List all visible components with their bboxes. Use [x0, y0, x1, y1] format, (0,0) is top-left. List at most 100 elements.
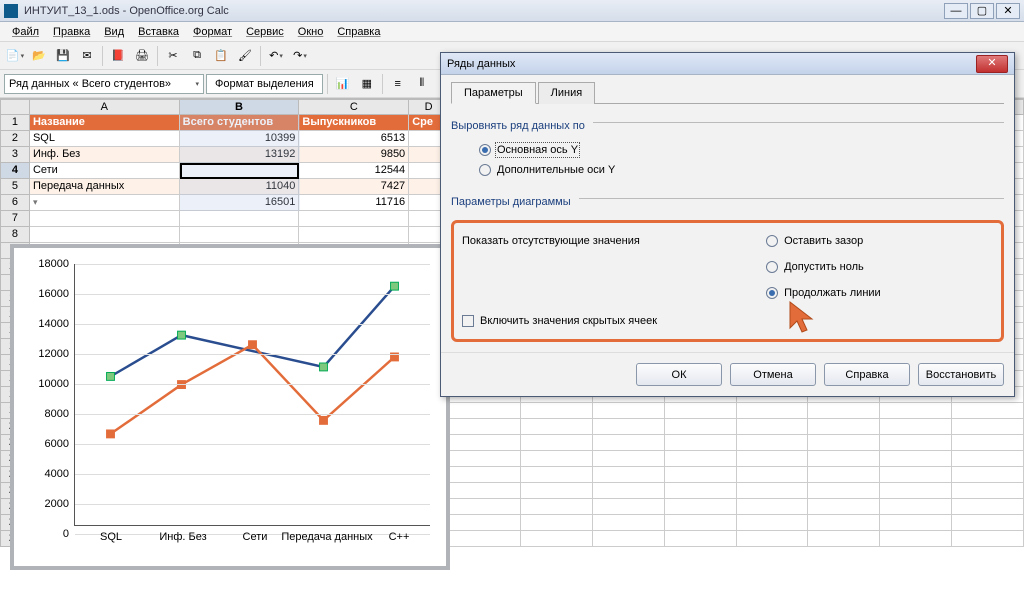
col-header-B[interactable]: B [180, 99, 300, 115]
menu-help[interactable]: Справка [331, 24, 386, 40]
cell[interactable] [30, 211, 180, 227]
radio-leave-gap[interactable] [766, 235, 778, 247]
print-icon[interactable]: 🖨 [131, 45, 153, 67]
y-tick: 2000 [25, 498, 75, 510]
y-tick: 6000 [25, 438, 75, 450]
data-series-selector[interactable]: Ряд данных « Всего студентов» ▾ [4, 74, 204, 94]
x-tick: Инф. Без [159, 525, 206, 543]
missing-values-label: Показать отсутствующие значения [462, 235, 640, 247]
reset-button[interactable]: Восстановить [918, 363, 1004, 386]
cell[interactable]: Сети [30, 163, 180, 179]
select-all-corner[interactable] [0, 99, 30, 115]
cell[interactable]: 13192 [180, 147, 300, 163]
data-series-label: Ряд данных « Всего студентов» [9, 78, 171, 90]
window-title: ИНТУИТ_13_1.ods - OpenOffice.org Calc [24, 5, 944, 17]
checkbox-hidden-cells[interactable] [462, 315, 474, 327]
row-header[interactable]: 3 [0, 147, 30, 163]
ok-button[interactable]: ОК [636, 363, 722, 386]
radio-secondary-y-label: Дополнительные оси Y [497, 164, 615, 176]
radio-continue-line[interactable] [766, 287, 778, 299]
format-selection-button[interactable]: Формат выделения [206, 74, 323, 94]
params-group-label: Параметры диаграммы [451, 196, 571, 208]
tab-line[interactable]: Линия [538, 82, 596, 104]
radio-assume-zero[interactable] [766, 261, 778, 273]
row-header[interactable]: 2 [0, 131, 30, 147]
cell[interactable]: 16501 [180, 195, 300, 211]
cell[interactable]: 11716 [299, 195, 409, 211]
minimize-button[interactable]: — [944, 3, 968, 19]
cell[interactable]: Выпускников [299, 115, 409, 131]
y-tick: 12000 [25, 348, 75, 360]
row-header[interactable]: 6 [0, 195, 30, 211]
row-header[interactable]: 7 [0, 211, 30, 227]
copy-icon[interactable]: ⧉ [186, 45, 208, 67]
grid-v-icon[interactable]: ⦀ [411, 73, 433, 95]
cell[interactable]: ▾ [30, 195, 180, 211]
grid-h-icon[interactable]: ≡ [387, 73, 409, 95]
cell[interactable] [180, 163, 300, 179]
new-icon[interactable]: 📄▾ [4, 45, 26, 67]
embedded-chart[interactable]: 0200040006000800010000120001400016000180… [10, 244, 450, 570]
radio-primary-y[interactable] [479, 144, 491, 156]
cell[interactable]: Всего студентов [180, 115, 300, 131]
cell[interactable]: 6513 [299, 131, 409, 147]
redo-icon[interactable]: ↷▾ [289, 45, 311, 67]
y-tick: 0 [25, 528, 75, 540]
undo-icon[interactable]: ↶▾ [265, 45, 287, 67]
cell[interactable] [299, 211, 409, 227]
cancel-button[interactable]: Отмена [730, 363, 816, 386]
dialog-close-button[interactable]: ✕ [976, 55, 1008, 73]
cell[interactable] [299, 227, 409, 243]
dialog-title: Ряды данных [447, 58, 976, 70]
menu-insert[interactable]: Вставка [132, 24, 185, 40]
x-tick: Сети [243, 525, 268, 543]
cell[interactable]: Передача данных [30, 179, 180, 195]
export-pdf-icon[interactable]: 📕 [107, 45, 129, 67]
menu-view[interactable]: Вид [98, 24, 130, 40]
cell[interactable]: 11040 [180, 179, 300, 195]
menu-file[interactable]: Файл [6, 24, 45, 40]
radio-assume-zero-label: Допустить ноль [784, 261, 864, 273]
cut-icon[interactable]: ✂ [162, 45, 184, 67]
col-header-C[interactable]: C [299, 99, 409, 115]
maximize-button[interactable]: ▢ [970, 3, 994, 19]
row-header[interactable]: 5 [0, 179, 30, 195]
menu-tools[interactable]: Сервис [240, 24, 290, 40]
x-tick: C++ [389, 525, 410, 543]
help-button[interactable]: Справка [824, 363, 910, 386]
close-button[interactable]: ✕ [996, 3, 1020, 19]
menu-window[interactable]: Окно [292, 24, 330, 40]
highlighted-options: Показать отсутствующие значения Оставить… [451, 220, 1004, 342]
cell[interactable]: Название [30, 115, 180, 131]
chart-type-icon[interactable]: 📊 [332, 73, 354, 95]
row-header[interactable]: 1 [0, 115, 30, 131]
cell[interactable] [30, 227, 180, 243]
radio-secondary-y[interactable] [479, 164, 491, 176]
cell[interactable] [180, 227, 300, 243]
email-icon[interactable]: ✉ [76, 45, 98, 67]
col-header-A[interactable]: A [30, 99, 180, 115]
y-tick: 16000 [25, 288, 75, 300]
cell[interactable] [180, 211, 300, 227]
data-series-dialog: Ряды данных ✕ Параметры Линия Выровнять … [440, 52, 1015, 397]
align-group-label: Выровнять ряд данных по [451, 120, 585, 132]
paste-icon[interactable]: 📋 [210, 45, 232, 67]
row-header[interactable]: 4 [0, 163, 30, 179]
cell[interactable]: 12544 [299, 163, 409, 179]
cell[interactable]: 9850 [299, 147, 409, 163]
menu-format[interactable]: Формат [187, 24, 238, 40]
menubar: Файл Правка Вид Вставка Формат Сервис Ок… [0, 22, 1024, 42]
cell[interactable]: SQL [30, 131, 180, 147]
row-header[interactable]: 8 [0, 227, 30, 243]
save-icon[interactable]: 💾 [52, 45, 74, 67]
tab-parameters[interactable]: Параметры [451, 82, 536, 104]
y-tick: 18000 [25, 258, 75, 270]
chart-data-icon[interactable]: ▦ [356, 73, 378, 95]
cell[interactable]: 10399 [180, 131, 300, 147]
cell[interactable]: Инф. Без [30, 147, 180, 163]
radio-continue-line-label: Продолжать линии [784, 287, 881, 299]
cell[interactable]: 7427 [299, 179, 409, 195]
format-paint-icon[interactable]: 🖌 [234, 45, 256, 67]
open-icon[interactable]: 📂 [28, 45, 50, 67]
menu-edit[interactable]: Правка [47, 24, 96, 40]
